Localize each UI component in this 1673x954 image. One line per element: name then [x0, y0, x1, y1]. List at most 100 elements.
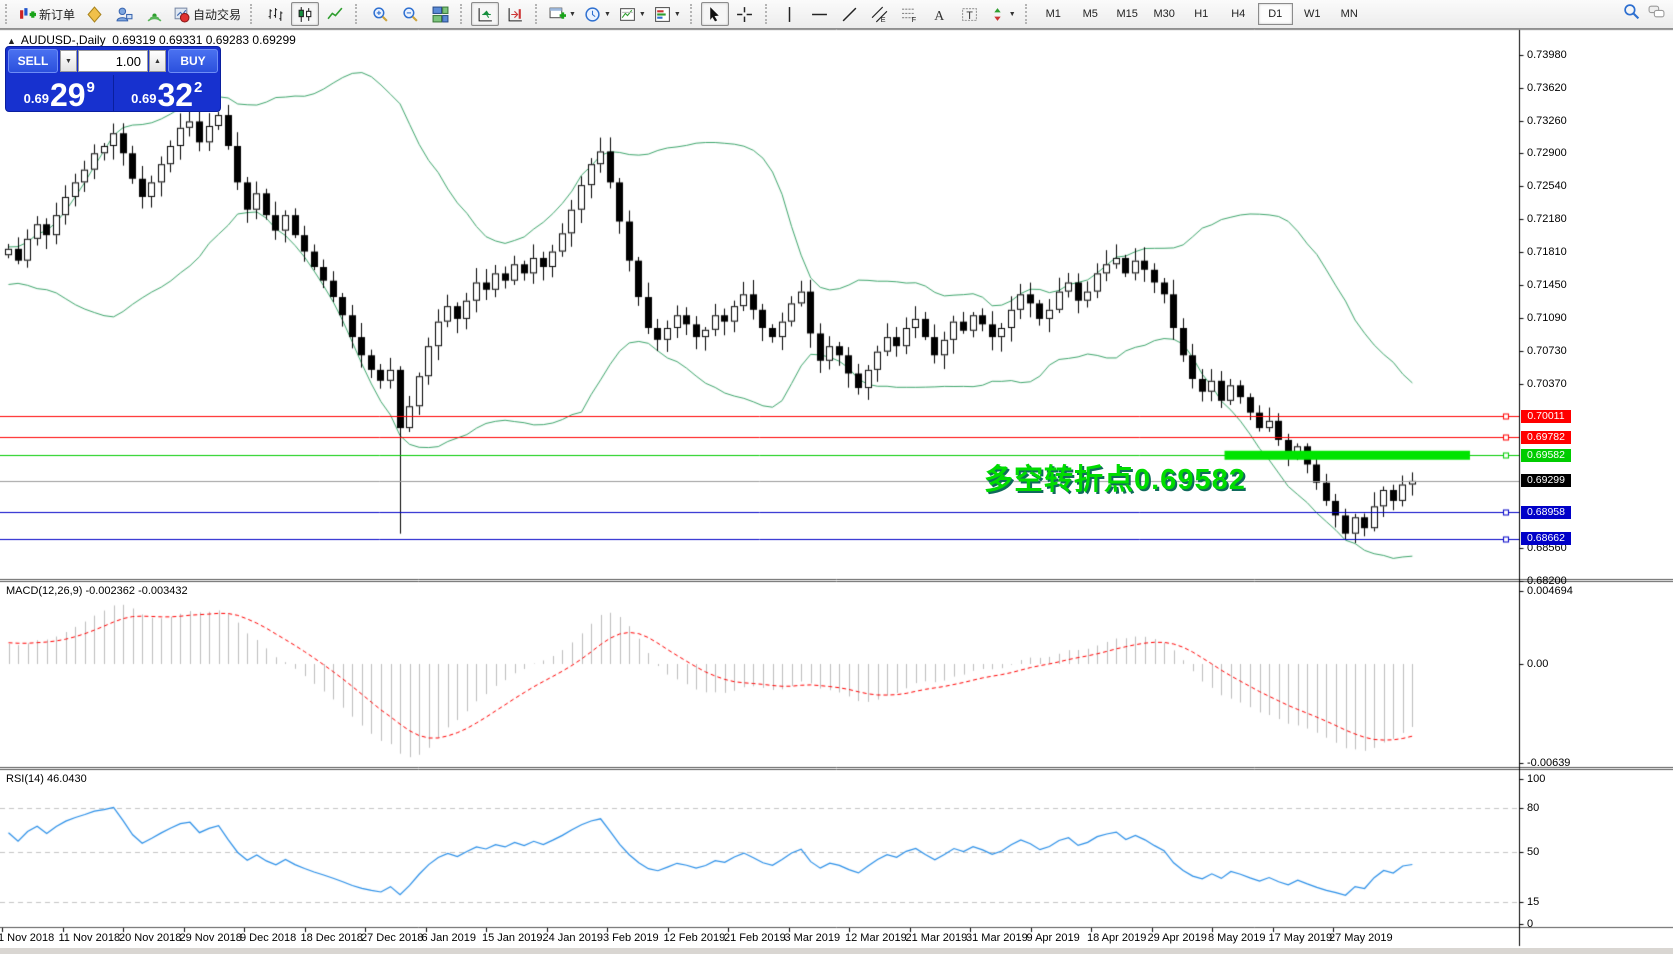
date-tick-label: 6 Jan 2019 — [421, 932, 476, 944]
autotrading-button-label: 自动交易 — [193, 7, 242, 22]
chart-line-button[interactable] — [321, 2, 349, 26]
buy-price[interactable]: 0.69 32 2 — [114, 75, 221, 111]
periods-button[interactable]: ▼ — [581, 2, 614, 26]
text-label-icon: T — [961, 6, 978, 23]
chart-canvas[interactable] — [0, 0, 1673, 954]
date-tick-label: 12 Mar 2019 — [845, 932, 907, 944]
new-chart-button[interactable]: ▼ — [546, 2, 579, 26]
price-tick-label: 0.70730 — [1527, 344, 1567, 357]
sell-price-sup: 9 — [86, 79, 95, 96]
svg-text:E: E — [881, 14, 886, 22]
date-tick-label: 9 Dec 2018 — [240, 932, 297, 944]
chart-candles-button[interactable] — [291, 2, 320, 26]
templates-button[interactable]: ▼ — [616, 2, 649, 26]
text-label-tool-button[interactable]: T — [956, 2, 984, 26]
timeframe-button-h1[interactable]: H1 — [1184, 3, 1219, 25]
timeframe-button-w1[interactable]: W1 — [1295, 3, 1330, 25]
chart-candles-icon — [297, 6, 314, 23]
toolbar: 新订单 自动交易 ▼ ▼ ▼ ▼ E F A T ▼ M1 M5 M15 M30 H1 H4 D1 W1 MN — [0, 0, 1673, 29]
price-tick-label: 0.72180 — [1527, 212, 1567, 225]
collapse-triangle-icon[interactable]: ▲ — [7, 36, 16, 46]
date-tick-label: 31 Mar 2019 — [966, 932, 1028, 944]
fibo-icon: F — [901, 6, 918, 23]
date-tick-label: 24 Jan 2019 — [542, 932, 604, 944]
date-tick-label: 11 Nov 2018 — [58, 932, 121, 944]
indicators-icon — [654, 6, 671, 23]
metaeditor-button[interactable] — [80, 2, 108, 26]
text-tool-button[interactable]: A — [926, 2, 954, 26]
hline-tool-button[interactable] — [806, 2, 834, 26]
volume-increase-button[interactable]: ▲ — [149, 50, 166, 72]
macd-label: MACD(12,26,9) -0.002362 -0.003432 — [6, 585, 188, 597]
symbol-header: ▲ AUDUSD-,Daily 0.69319 0.69331 0.69283 0… — [7, 33, 296, 47]
indicators-button[interactable]: ▼ — [651, 2, 684, 26]
timeframe-button-m5[interactable]: M5 — [1073, 3, 1108, 25]
chevron-down-icon[interactable]: ▼ — [604, 11, 611, 18]
chart-line-icon — [326, 6, 344, 23]
arrows-tool-button[interactable]: ▼ — [986, 2, 1019, 26]
zoom-in-icon — [372, 6, 389, 23]
svg-text:F: F — [912, 14, 917, 22]
toolbar-group-grip — [460, 4, 466, 24]
cursor-button[interactable] — [700, 2, 729, 26]
date-tick-label: 18 Dec 2018 — [300, 932, 363, 944]
date-tick-label: 20 Nov 2018 — [119, 932, 182, 944]
vline-tool-button[interactable] — [776, 2, 804, 26]
search-icon[interactable] — [1623, 3, 1640, 20]
hline-price-label: 0.68958 — [1521, 505, 1571, 519]
chart-bars-button[interactable] — [261, 2, 289, 26]
zoom-out-icon — [402, 6, 419, 23]
chevron-down-icon[interactable]: ▼ — [639, 11, 646, 18]
crosshair-icon — [736, 6, 753, 23]
zoom-in-button[interactable] — [366, 2, 394, 26]
price-tick-label: 0.72900 — [1527, 147, 1567, 160]
trendline-icon — [841, 6, 858, 23]
price-tick-label: 0.70370 — [1527, 377, 1567, 390]
tile-windows-button[interactable] — [426, 2, 454, 26]
chevron-down-icon[interactable]: ▼ — [674, 11, 681, 18]
channel-tool-button[interactable]: E — [866, 2, 894, 26]
buy-price-base: 0.69 — [131, 91, 157, 106]
date-tick-label: 9 Apr 2019 — [1026, 932, 1080, 944]
crosshair-button[interactable] — [731, 2, 759, 26]
timeframe-button-h4[interactable]: H4 — [1221, 3, 1256, 25]
toolbar-group-grip — [355, 4, 361, 24]
buy-button[interactable]: BUY — [168, 49, 218, 73]
price-tick-label: 0.73260 — [1527, 114, 1567, 127]
date-tick-label: 27 Dec 2018 — [361, 932, 424, 944]
fibonacci-tool-button[interactable]: F — [896, 2, 924, 26]
timeframe-button-m30[interactable]: M30 — [1147, 3, 1182, 25]
price-tick-label: 0.71450 — [1527, 279, 1567, 292]
sell-button[interactable]: SELL — [8, 49, 58, 73]
timeframe-button-mn[interactable]: MN — [1332, 3, 1367, 25]
volume-decrease-button[interactable]: ▼ — [60, 50, 77, 72]
timeframe-button-m15[interactable]: M15 — [1110, 3, 1145, 25]
chat-icon[interactable] — [1648, 3, 1665, 20]
timeframe-button-d1[interactable]: D1 — [1257, 3, 1293, 25]
new-order-button[interactable]: 新订单 — [16, 2, 78, 26]
price-tick-label: 0.71810 — [1527, 246, 1567, 259]
zoom-out-button[interactable] — [396, 2, 424, 26]
chart-shift-button[interactable] — [501, 2, 529, 26]
chevron-down-icon[interactable]: ▼ — [1009, 11, 1016, 18]
auto-scroll-button[interactable] — [471, 2, 500, 26]
market-button[interactable] — [110, 2, 138, 26]
timeframe-button-m1[interactable]: M1 — [1036, 3, 1071, 25]
toolbar-group-grip — [5, 4, 11, 24]
chart-shift-icon — [507, 6, 524, 23]
chevron-down-icon[interactable]: ▼ — [569, 11, 576, 18]
sell-price[interactable]: 0.69 29 9 — [6, 75, 114, 111]
trendline-tool-button[interactable] — [836, 2, 864, 26]
signals-button[interactable] — [140, 2, 168, 26]
autotrading-button[interactable]: 自动交易 — [170, 2, 244, 26]
symbol-name: AUDUSD-,Daily — [20, 33, 106, 47]
volume-input[interactable] — [78, 50, 148, 72]
toolbar-group-grip — [1024, 4, 1031, 24]
cursor-icon — [706, 6, 723, 23]
date-tick-label: 18 Apr 2019 — [1087, 932, 1147, 944]
text-icon: A — [931, 6, 948, 23]
svg-text:T: T — [967, 9, 974, 21]
hline-price-label: 0.69782 — [1521, 430, 1571, 444]
date-tick-label: 21 Feb 2019 — [724, 932, 786, 944]
sell-price-base: 0.69 — [23, 91, 49, 106]
